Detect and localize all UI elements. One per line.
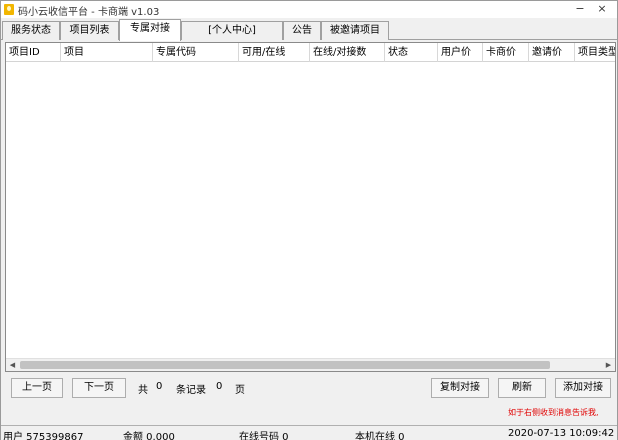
notice-text: 如于右侧收到消息告诉我, bbox=[508, 408, 599, 417]
minimize-button[interactable]: − bbox=[571, 2, 589, 16]
refresh-button[interactable]: 刷新 bbox=[498, 378, 546, 398]
table-header: 项目ID 项目 专属代码 可用/在线 在线/对接数 状态 用户价 卡商价 邀请价… bbox=[6, 43, 615, 62]
status-bar: 用户 575399867 金额 0.000 在线号码 0 本机在线 0 2020… bbox=[1, 425, 617, 440]
column-header-exclusive-code[interactable]: 专属代码 bbox=[153, 43, 239, 62]
column-header-available-online[interactable]: 可用/在线 bbox=[239, 43, 310, 62]
tab-exclusive-docking[interactable]: 专属对接 bbox=[119, 19, 181, 41]
scroll-left-icon[interactable]: ◀ bbox=[6, 359, 19, 371]
tab-bar: 服务状态 项目列表 专属对接 [个人中心] 公告 被邀请项目 bbox=[1, 18, 617, 41]
column-header-project-id[interactable]: 项目ID bbox=[6, 43, 61, 62]
tab-personal-center[interactable]: [个人中心] bbox=[181, 21, 283, 40]
records-label: 条记录 bbox=[176, 385, 206, 396]
next-page-button[interactable]: 下一页 bbox=[72, 378, 126, 398]
column-header-card-merchant-price[interactable]: 卡商价 bbox=[483, 43, 529, 62]
column-header-project-type[interactable]: 项目类型 bbox=[575, 43, 615, 62]
title-bar: 码小云收信平台 - 卡商端 v1.03 − × bbox=[1, 1, 617, 18]
scroll-right-icon[interactable]: ▶ bbox=[602, 359, 615, 371]
status-balance: 金额 0.000 bbox=[123, 432, 175, 440]
column-header-project[interactable]: 项目 bbox=[61, 43, 153, 62]
window-title: 码小云收信平台 - 卡商端 v1.03 bbox=[18, 7, 160, 18]
pages-label: 页 bbox=[235, 385, 245, 396]
total-count-value: 0 bbox=[156, 381, 163, 392]
tab-invited-projects[interactable]: 被邀请项目 bbox=[321, 21, 389, 40]
scrollbar-thumb[interactable] bbox=[20, 361, 550, 369]
tab-project-list[interactable]: 项目列表 bbox=[60, 21, 119, 40]
close-button[interactable]: × bbox=[593, 2, 611, 16]
column-header-user-price[interactable]: 用户价 bbox=[438, 43, 483, 62]
tab-announcement[interactable]: 公告 bbox=[283, 21, 321, 40]
pages-count-value: 0 bbox=[216, 381, 223, 392]
tab-service-status[interactable]: 服务状态 bbox=[2, 21, 60, 40]
app-window: 码小云收信平台 - 卡商端 v1.03 − × 服务状态 项目列表 专属对接 [… bbox=[0, 0, 618, 440]
prev-page-button[interactable]: 上一页 bbox=[11, 378, 63, 398]
add-docking-button[interactable]: 添加对接 bbox=[555, 378, 611, 398]
horizontal-scrollbar[interactable]: ◀ ▶ bbox=[6, 358, 615, 371]
app-logo-icon bbox=[4, 4, 14, 15]
status-online-numbers: 在线号码 0 bbox=[239, 432, 289, 440]
column-header-status[interactable]: 状态 bbox=[385, 43, 438, 62]
status-datetime: 2020-07-13 10:09:42 bbox=[508, 428, 615, 439]
exclusive-projects-table[interactable]: 项目ID 项目 专属代码 可用/在线 在线/对接数 状态 用户价 卡商价 邀请价… bbox=[5, 42, 616, 372]
status-local-online: 本机在线 0 bbox=[355, 432, 405, 440]
copy-docking-button[interactable]: 复制对接 bbox=[431, 378, 489, 398]
total-prefix-label: 共 bbox=[138, 385, 148, 396]
column-header-online-docking-count[interactable]: 在线/对接数 bbox=[310, 43, 385, 62]
status-user: 用户 575399867 bbox=[3, 432, 84, 440]
column-header-invite-price[interactable]: 邀请价 bbox=[529, 43, 575, 62]
